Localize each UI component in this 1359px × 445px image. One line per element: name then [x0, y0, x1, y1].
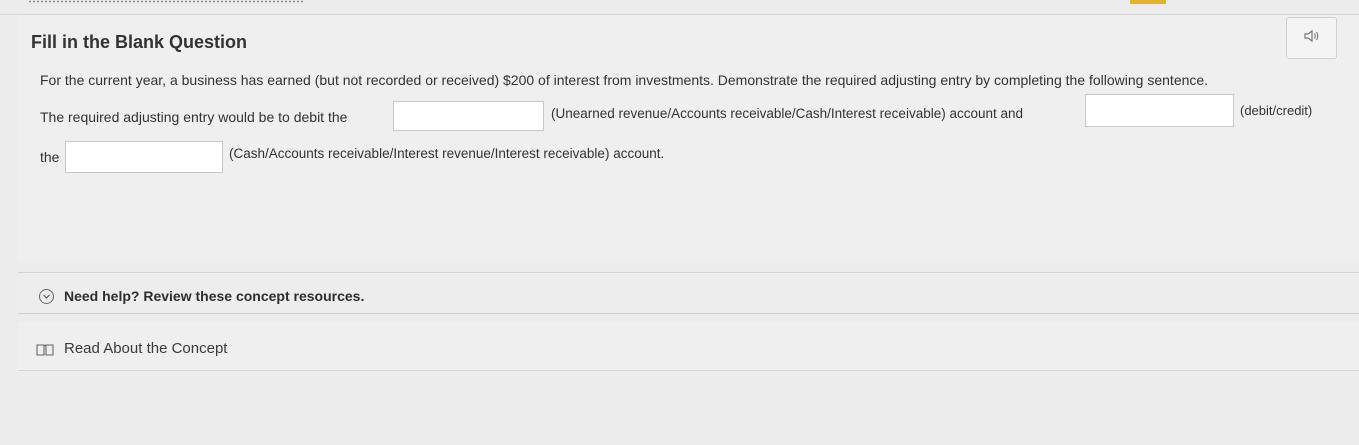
- chevron-down-icon[interactable]: [39, 289, 54, 304]
- book-icon: [36, 343, 54, 361]
- sentence-part-5: (Cash/Accounts receivable/Interest reven…: [229, 146, 665, 161]
- audio-button[interactable]: [1286, 17, 1337, 59]
- blank-input-3[interactable]: [65, 141, 223, 173]
- blank-input-1[interactable]: [393, 101, 544, 131]
- sentence-part-3: (debit/credit): [1240, 103, 1313, 118]
- help-toggle-label[interactable]: Need help? Review these concept resource…: [64, 288, 364, 304]
- sentence-part-1: The required adjusting entry would be to…: [40, 109, 348, 125]
- sentence-part-2: (Unearned revenue/Accounts receivable/Ca…: [551, 106, 1024, 121]
- blank-input-2[interactable]: [1085, 94, 1234, 127]
- question-prompt: For the current year, a business has ear…: [40, 72, 1209, 88]
- speaker-icon: [1303, 29, 1320, 48]
- top-accent-bar: [1130, 0, 1166, 4]
- question-type-title: Fill in the Blank Question: [31, 32, 248, 52]
- read-concept-link[interactable]: Read About the Concept: [64, 340, 227, 357]
- top-progress-dots: [28, 0, 303, 3]
- sentence-part-4: the: [40, 149, 60, 165]
